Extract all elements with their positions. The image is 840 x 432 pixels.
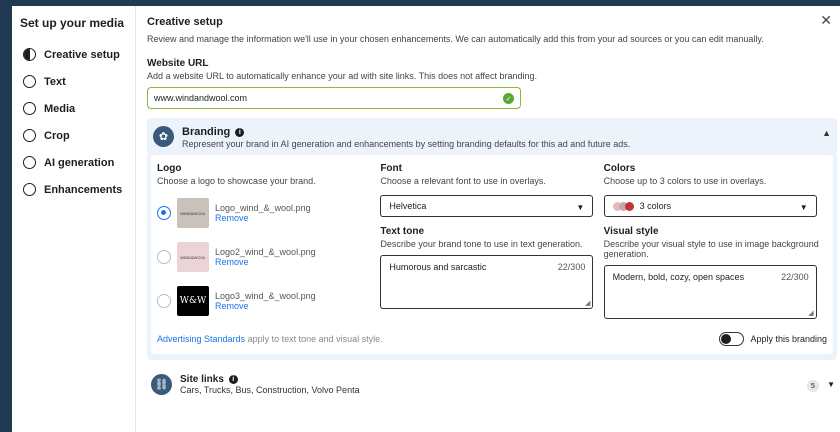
apply-branding-toggle[interactable] [719, 332, 745, 346]
page-title: Creative setup [147, 16, 223, 28]
colors-description: Choose up to 3 colors to use in overlays… [603, 176, 767, 186]
colors-select[interactable]: 3 colors ▼ [603, 195, 817, 217]
website-url-input[interactable]: www.windandwool.com ✓ [147, 87, 521, 109]
apply-branding-label: Apply this branding [750, 334, 827, 344]
logo-thumbnail: WIND&WOOL [177, 242, 209, 272]
step-circle-icon [23, 129, 36, 142]
step-circle-icon [23, 102, 36, 115]
visual-style-label: Visual style [603, 226, 659, 237]
sidebar-item-label: Enhancements [44, 183, 123, 196]
website-url-description: Add a website URL to automatically enhan… [147, 71, 538, 81]
colors-label: Colors [603, 163, 636, 174]
font-select[interactable]: Helvetica ▼ [380, 195, 594, 217]
logo-label: Logo [157, 163, 182, 174]
logo-filename: Logo3_wind_&_wool.png [215, 291, 316, 301]
step-circle-icon [23, 75, 36, 88]
logo-option[interactable]: WIND&WOOL Logo2_wind_&_wool.png Remove [157, 240, 380, 274]
colors-style-section: Colors Choose up to 3 colors to use in o… [603, 163, 827, 319]
check-icon: ✓ [503, 93, 514, 104]
close-icon[interactable]: ✕ [820, 12, 832, 29]
site-links-row[interactable]: ⛓ Site links i Cars, Trucks, Bus, Constr… [147, 374, 837, 395]
logo-option[interactable]: W&W Logo3_wind_&_wool.png Remove [157, 284, 380, 318]
logo-thumbnail: WIND&WOOL [177, 198, 209, 228]
branding-card: ✿ Branding i Represent your brand in AI … [147, 118, 837, 360]
logo-radio[interactable] [157, 206, 171, 220]
sidebar-item-label: Creative setup [44, 48, 120, 61]
remove-link[interactable]: Remove [215, 301, 316, 311]
visual-style-description: Describe your visual style to use in ima… [603, 239, 819, 259]
sidebar-item-creative-setup[interactable]: Creative setup [20, 41, 127, 68]
step-circle-icon [23, 156, 36, 169]
visual-style-input[interactable]: Modern, bold, cozy, open spaces 22/300 ◢ [603, 265, 817, 319]
chevron-down-icon[interactable]: ▼ [827, 380, 835, 389]
colors-value: 3 colors [639, 201, 672, 211]
main-panel: ✕ Creative setup Review and manage the i… [136, 6, 840, 432]
sidebar-item-label: Media [44, 102, 76, 115]
sidebar-item-ai-generation[interactable]: AI generation [20, 149, 127, 176]
site-links-items: Cars, Trucks, Bus, Construction, Volvo P… [180, 385, 360, 395]
text-tone-description: Describe your brand tone to use in text … [380, 239, 583, 249]
remove-link[interactable]: Remove [215, 257, 316, 267]
logo-filename: Logo_wind_&_wool.png [215, 203, 311, 213]
visual-style-value: Modern, bold, cozy, open spaces [612, 272, 745, 282]
logo-thumbnail: W&W [177, 286, 209, 316]
logo-description: Choose a logo to showcase your brand. [157, 176, 316, 186]
sidebar-item-label: Crop [44, 129, 70, 142]
info-icon[interactable]: i [235, 127, 245, 137]
step-circle-icon [23, 183, 36, 196]
font-tone-section: Font Choose a relevant font to use in ov… [380, 163, 603, 319]
text-tone-label: Text tone [380, 226, 425, 237]
logo-option[interactable]: WIND&WOOL Logo_wind_&_wool.png Remove [157, 196, 380, 230]
advertising-standards-link[interactable]: Advertising Standards [157, 334, 245, 344]
link-icon: ⛓ [151, 374, 172, 395]
site-links-title: Site links [180, 374, 224, 385]
logo-radio[interactable] [157, 250, 171, 264]
logo-filename: Logo2_wind_&_wool.png [215, 247, 316, 257]
text-tone-input[interactable]: Humorous and sarcastic 22/300 ◢ [380, 255, 594, 309]
count-badge: 5 [807, 380, 819, 392]
creative-setup-dialog: Set up your media Creative setup Text Me… [12, 6, 840, 432]
page-description: Review and manage the information we'll … [147, 34, 764, 44]
sidebar-item-label: AI generation [44, 156, 115, 169]
chevron-up-icon[interactable]: ▲ [822, 128, 831, 138]
color-swatch [624, 201, 634, 211]
branding-footer: Advertising Standards apply to text tone… [157, 332, 827, 346]
sidebar: Set up your media Creative setup Text Me… [12, 6, 136, 432]
font-description: Choose a relevant font to use in overlay… [380, 176, 546, 186]
resize-handle-icon[interactable]: ◢ [585, 299, 590, 307]
branding-body: Logo Choose a logo to showcase your bran… [151, 155, 833, 354]
logo-radio[interactable] [157, 294, 171, 308]
logo-section: Logo Choose a logo to showcase your bran… [157, 163, 380, 319]
sidebar-item-enhancements[interactable]: Enhancements [20, 176, 127, 203]
caret-down-icon: ▼ [799, 203, 808, 212]
sidebar-item-label: Text [44, 75, 66, 88]
website-url-value: www.windandwool.com [154, 93, 248, 103]
color-swatches [612, 201, 634, 211]
font-label: Font [380, 163, 402, 174]
remove-link[interactable]: Remove [215, 213, 311, 223]
branding-description: Represent your brand in AI generation an… [182, 139, 631, 149]
sidebar-item-text[interactable]: Text [20, 68, 127, 95]
palette-icon: ✿ [153, 126, 174, 147]
branding-title: Branding [182, 126, 231, 138]
footer-note: apply to text tone and visual style. [245, 334, 383, 344]
char-count: 22/300 [781, 272, 809, 282]
char-count: 22/300 [557, 262, 586, 272]
step-half-icon [23, 48, 36, 61]
branding-header[interactable]: ✿ Branding i Represent your brand in AI … [151, 124, 833, 155]
info-icon[interactable]: i [228, 374, 238, 384]
sidebar-item-crop[interactable]: Crop [20, 122, 127, 149]
sidebar-item-media[interactable]: Media [20, 95, 127, 122]
caret-down-icon: ▼ [576, 203, 585, 212]
font-value: Helvetica [389, 201, 427, 211]
resize-handle-icon[interactable]: ◢ [808, 309, 813, 317]
sidebar-title: Set up your media [20, 16, 125, 30]
text-tone-value: Humorous and sarcastic [389, 262, 487, 272]
website-url-label: Website URL [147, 58, 209, 69]
